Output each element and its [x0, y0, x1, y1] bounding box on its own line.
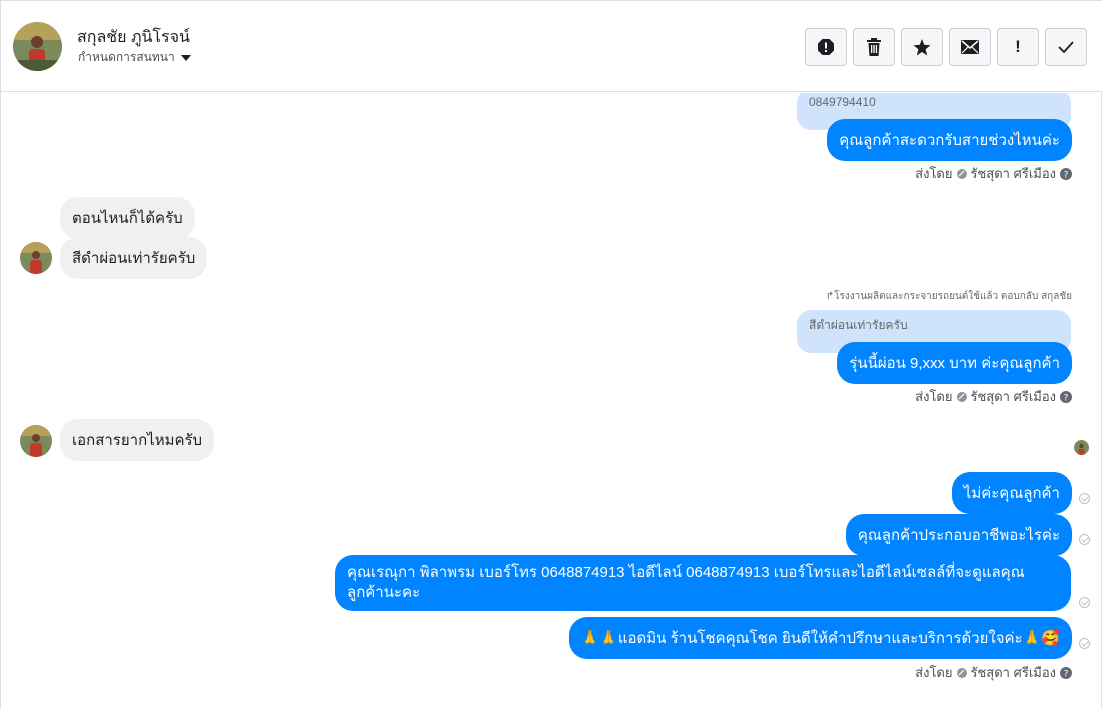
reply-arrow-icon: ↱	[825, 291, 835, 302]
outgoing-message[interactable]: ไม่ค่ะคุณลูกค้า	[951, 472, 1072, 514]
emoji-prefix: 🙏🙏	[580, 630, 618, 647]
sent-by-label: ส่งโดย	[915, 166, 953, 181]
incoming-message[interactable]: เอกสารยากไหมครับ	[60, 419, 215, 461]
conversation-header: สกุลชัย ภูนิโรจน์ กำหนดการสนทนา !	[1, 1, 1102, 92]
sent-by-name: รัชสุดา ศรีเมือง	[970, 166, 1057, 181]
delete-button[interactable]	[853, 28, 895, 66]
sent-by-line: ส่งโดย รัชสุดา ศรีเมือง ?	[915, 163, 1072, 184]
seen-avatar	[1074, 440, 1089, 455]
delivered-check-icon	[1079, 534, 1090, 545]
sent-by-name: รัชสุดา ศรีเมือง	[970, 389, 1057, 404]
sent-by-name: รัชสุดา ศรีเมือง	[970, 665, 1057, 680]
outgoing-message[interactable]: 🙏🙏แอดมิน ร้านโชคคุณโชค ยินดีให้คำปรึกษาแ…	[568, 617, 1072, 659]
agent-icon	[956, 391, 967, 402]
svg-text:?: ?	[1064, 170, 1069, 180]
emoji-suffix: 🙏🥰	[1022, 630, 1060, 647]
message-text: แอดมิน ร้านโชคคุณโชค ยินดีให้คำปรึกษาและ…	[617, 630, 1023, 647]
star-icon	[913, 38, 931, 55]
delivered-check-icon	[1079, 597, 1090, 608]
outgoing-message[interactable]: รุ่นนี้ผ่อน 9,xxx บาท ค่ะคุณลูกค้า	[837, 342, 1072, 384]
check-icon	[1058, 41, 1074, 53]
mark-unread-button[interactable]	[949, 28, 991, 66]
contact-avatar[interactable]	[13, 22, 62, 71]
incoming-message[interactable]: ตอนไหนก็ได้ครับ	[60, 197, 195, 239]
sender-avatar	[20, 425, 52, 457]
sent-by-line: ส่งโดย รัชสุดา ศรีเมือง ?	[915, 386, 1072, 407]
sent-by-label: ส่งโดย	[915, 389, 953, 404]
delivered-check-icon	[1079, 493, 1090, 504]
contact-name[interactable]: สกุลชัย ภูนิโรจน์	[77, 25, 190, 50]
svg-text:?: ?	[1064, 393, 1069, 403]
sent-by-label: ส่งโดย	[915, 665, 953, 680]
follow-up-button[interactable]: !	[997, 28, 1039, 66]
reply-context-text: โรงงานผลิตและกระจายรถยนต์ใช้แล้ว ตอบกลับ…	[834, 291, 1072, 302]
help-icon[interactable]: ?	[1060, 167, 1072, 180]
reply-quote-text: สีดำผ่อนเท่ารัยครับ	[809, 318, 908, 332]
conversation-toolbar: !	[805, 28, 1087, 66]
mail-icon	[961, 40, 979, 54]
spam-icon	[818, 39, 834, 55]
outgoing-message[interactable]: คุณเรณุกา พิลาพรม เบอร์โทร 0648874913 ไอ…	[335, 555, 1071, 611]
help-icon[interactable]: ?	[1060, 390, 1072, 403]
outgoing-message[interactable]: คุณลูกค้าสะดวกรับสายช่วงไหนค่ะ	[827, 119, 1072, 161]
delivered-check-icon	[1079, 638, 1090, 649]
exclamation-icon: !	[1015, 37, 1021, 56]
caret-down-icon	[180, 54, 191, 61]
agent-icon	[956, 168, 967, 179]
assign-conversation-dropdown[interactable]: กำหนดการสนทนา	[78, 48, 191, 67]
outgoing-message[interactable]: คุณลูกค้าประกอบอาชีพอะไรค่ะ	[845, 514, 1072, 556]
message-thread[interactable]: 0849794410 คุณลูกค้าสะดวกรับสายช่วงไหนค่…	[1, 93, 1102, 710]
sent-by-line: ส่งโดย รัชสุดา ศรีเมือง ?	[915, 662, 1072, 683]
reply-quote-text: 0849794410	[809, 95, 876, 109]
star-button[interactable]	[901, 28, 943, 66]
conversation-panel: สกุลชัย ภูนิโรจน์ กำหนดการสนทนา ! 084979…	[0, 0, 1102, 709]
mark-done-button[interactable]	[1045, 28, 1087, 66]
svg-text:?: ?	[1064, 669, 1069, 679]
mark-spam-button[interactable]	[805, 28, 847, 66]
sender-avatar	[20, 242, 52, 274]
trash-icon	[867, 38, 881, 56]
agent-icon	[956, 667, 967, 678]
incoming-message[interactable]: สีดำผ่อนเท่ารัยครับ	[60, 237, 208, 279]
help-icon[interactable]: ?	[1060, 666, 1072, 679]
assign-label: กำหนดการสนทนา	[78, 50, 175, 64]
reply-context-note: ↱โรงงานผลิตและกระจายรถยนต์ใช้แล้ว ตอบกลั…	[826, 289, 1072, 304]
